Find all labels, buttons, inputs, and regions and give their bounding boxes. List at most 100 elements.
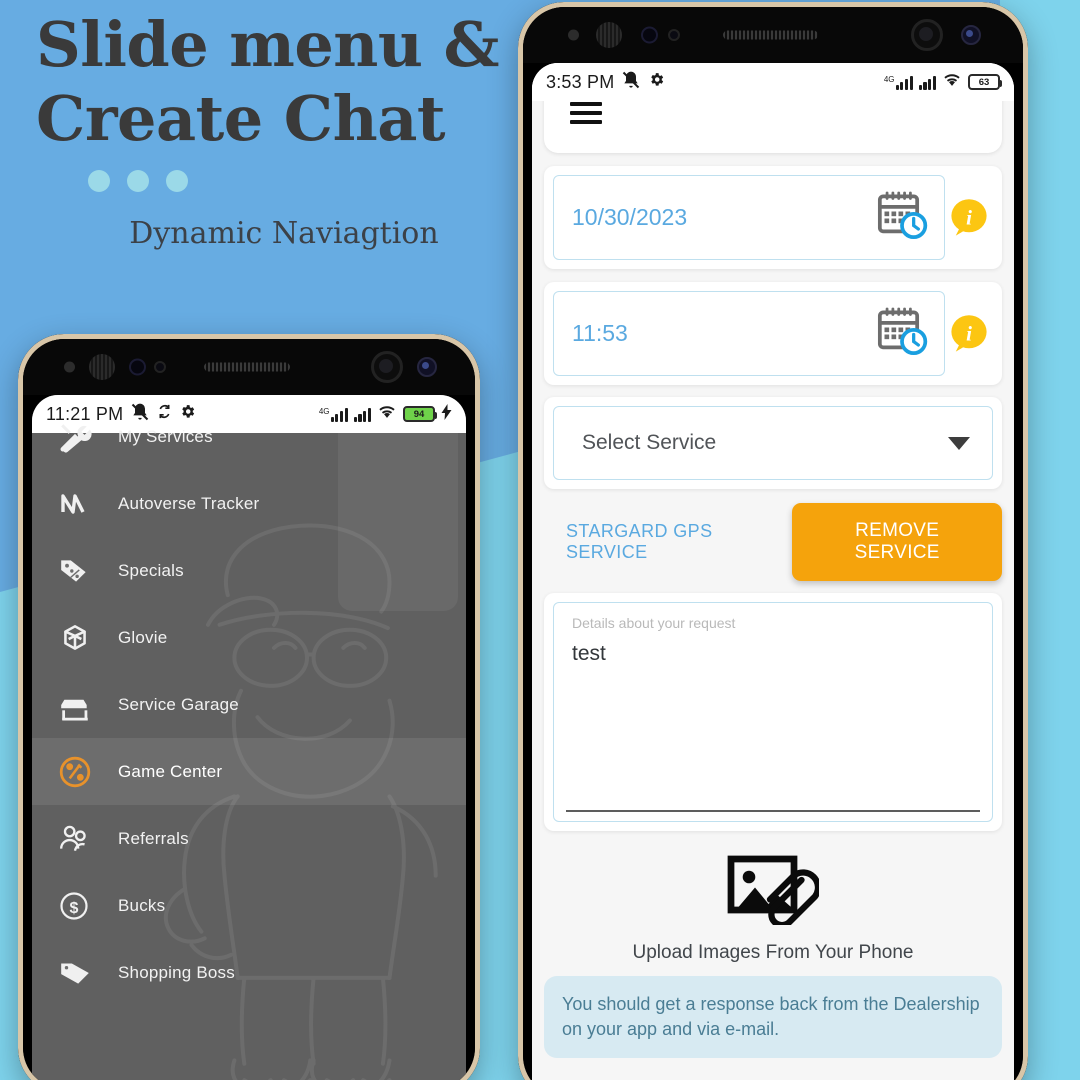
date-input[interactable]: 10/30/2023 xyxy=(553,175,945,260)
menu-list: My Services Autoverse Tracker Specials G… xyxy=(32,395,466,1006)
network-type-label: 4G xyxy=(883,74,895,84)
upload-label: Upload Images From Your Phone xyxy=(632,942,914,963)
right-phone-screen: 3:53 PM 4G 63 10/30/2023 i 11:53 i Selec… xyxy=(532,63,1014,1080)
ir-sensor-icon xyxy=(640,26,658,44)
secondary-sensor-icon xyxy=(668,29,680,41)
proximity-sensor-icon xyxy=(88,354,115,380)
percent-tag-icon xyxy=(58,554,104,588)
sidebar-item-specials[interactable]: Specials xyxy=(32,537,466,604)
ambient-sensor-icon xyxy=(63,361,75,373)
title-line-2: Create Chat xyxy=(36,82,446,155)
left-phone-body: 11:21 PM 4G 94 My Services Autoverse Tra… xyxy=(23,339,475,1080)
dot-2 xyxy=(127,170,149,192)
earpiece-speaker-icon xyxy=(203,362,290,372)
depth-camera-icon xyxy=(416,357,437,377)
time-info-button[interactable]: i xyxy=(945,312,993,356)
sidebar-item-label: My Services xyxy=(118,426,213,446)
date-info-button[interactable]: i xyxy=(945,196,993,240)
image-attachment-icon[interactable] xyxy=(727,853,822,930)
price-tag-icon xyxy=(58,956,104,990)
sidebar-item-my-services[interactable]: My Services xyxy=(32,403,466,470)
front-camera-icon xyxy=(911,19,943,51)
right-phone-mockup: 3:53 PM 4G 63 10/30/2023 i 11:53 i Selec… xyxy=(518,2,1028,1080)
date-field-card: 10/30/2023 i xyxy=(544,166,1002,269)
sidebar-item-label: Shopping Boss xyxy=(118,962,235,982)
right-phone-sensor-strip xyxy=(523,7,1023,63)
details-placeholder-label: Details about your request xyxy=(572,615,736,631)
ir-sensor-icon xyxy=(129,358,147,376)
earpiece-speaker-icon xyxy=(723,30,818,40)
battery-indicator: 63 xyxy=(968,74,1002,90)
game-target-icon xyxy=(58,755,104,789)
ambient-sensor-icon xyxy=(568,29,579,41)
sidebar-item-glovie[interactable]: Glovie xyxy=(32,604,466,671)
calendar-clock-icon[interactable] xyxy=(874,187,930,248)
sidebar-item-label: Specials xyxy=(118,560,184,580)
time-value: 11:53 xyxy=(572,320,628,346)
calendar-clock-icon[interactable] xyxy=(874,303,930,364)
sidebar-item-label: Service Garage xyxy=(118,694,239,714)
car-lift-icon xyxy=(58,688,104,722)
status-time: 3:53 PM xyxy=(546,71,615,92)
date-value: 10/30/2023 xyxy=(572,204,688,230)
details-textarea[interactable]: Details about your request test xyxy=(553,602,993,822)
right-status-bar: 3:53 PM 4G 63 xyxy=(532,63,1014,101)
selected-service-row: STARGARD GPS SERVICE REMOVE SERVICE xyxy=(544,503,1002,581)
hamburger-menu-icon[interactable] xyxy=(570,102,602,124)
sidebar-item-label: Glovie xyxy=(118,627,168,647)
info-bubble-icon: i xyxy=(951,314,987,352)
selected-service-name[interactable]: STARGARD GPS SERVICE xyxy=(566,521,792,563)
status-bar-left: 3:53 PM xyxy=(546,70,665,95)
tools-icon xyxy=(58,420,104,454)
page-title: Slide menu & Create Chat xyxy=(36,8,506,156)
upload-section[interactable]: Upload Images From Your Phone xyxy=(544,853,1002,964)
signal-bars-secondary-icon xyxy=(918,75,936,90)
dot-3 xyxy=(166,170,188,192)
slide-menu: My Services Autoverse Tracker Specials G… xyxy=(32,395,466,1080)
sidebar-item-autoverse-tracker[interactable]: Autoverse Tracker xyxy=(32,470,466,537)
response-notice: You should get a response back from the … xyxy=(544,976,1002,1058)
battery-level-label: 63 xyxy=(978,76,990,88)
sidebar-item-service-garage[interactable]: Service Garage xyxy=(32,671,466,738)
details-card: Details about your request test xyxy=(544,593,1002,831)
sidebar-item-referrals[interactable]: Referrals xyxy=(32,805,466,872)
secondary-sensor-icon xyxy=(154,361,167,373)
sidebar-item-label: Autoverse Tracker xyxy=(118,493,260,513)
decorative-dots xyxy=(88,170,506,192)
gear-icon xyxy=(648,71,665,93)
time-input[interactable]: 11:53 xyxy=(553,291,945,376)
right-phone-body: 3:53 PM 4G 63 10/30/2023 i 11:53 i Selec… xyxy=(523,7,1023,1080)
promo-subtitle: Dynamic Naviagtion xyxy=(129,216,439,251)
sidebar-item-label: Bucks xyxy=(118,895,166,915)
details-value: test xyxy=(572,642,606,665)
promo-headline: Slide menu & Create Chat Dynamic Naviagt… xyxy=(36,8,506,251)
info-bubble-icon: i xyxy=(951,198,987,236)
sidebar-item-game-center[interactable]: Game Center xyxy=(32,738,466,805)
svg-text:i: i xyxy=(966,205,972,229)
open-box-icon xyxy=(58,621,104,655)
remove-service-button[interactable]: REMOVE SERVICE xyxy=(792,503,1002,581)
details-underline xyxy=(566,810,980,812)
chevron-down-icon[interactable] xyxy=(948,436,970,450)
bell-muted-icon xyxy=(621,70,641,95)
dot-1 xyxy=(88,170,110,192)
front-camera-icon xyxy=(370,351,403,383)
time-field-card: 11:53 i xyxy=(544,282,1002,385)
service-select-value: Select Service xyxy=(582,431,717,454)
service-select-card: Select Service xyxy=(544,397,1002,489)
dollar-coin-icon: $ xyxy=(58,890,104,922)
signal-bars-primary-icon: 4G xyxy=(884,75,913,90)
sidebar-item-shopping-boss[interactable]: Shopping Boss xyxy=(32,939,466,1006)
create-chat-form: 10/30/2023 i 11:53 i Select Service STAR… xyxy=(532,63,1014,1080)
people-icon xyxy=(58,822,104,856)
title-line-1: Slide menu & xyxy=(36,8,500,81)
svg-text:i: i xyxy=(966,321,972,345)
sidebar-item-bucks[interactable]: $ Bucks xyxy=(32,872,466,939)
service-select[interactable]: Select Service xyxy=(553,406,993,480)
sidebar-item-label: Referrals xyxy=(118,828,189,848)
status-bar-right: 4G 63 xyxy=(884,72,1002,93)
wifi-icon xyxy=(942,72,962,93)
autoverse-n-icon xyxy=(58,488,104,520)
left-phone-screen: 11:21 PM 4G 94 My Services Autoverse Tra… xyxy=(32,395,466,1080)
left-phone-mockup: 11:21 PM 4G 94 My Services Autoverse Tra… xyxy=(18,334,480,1080)
